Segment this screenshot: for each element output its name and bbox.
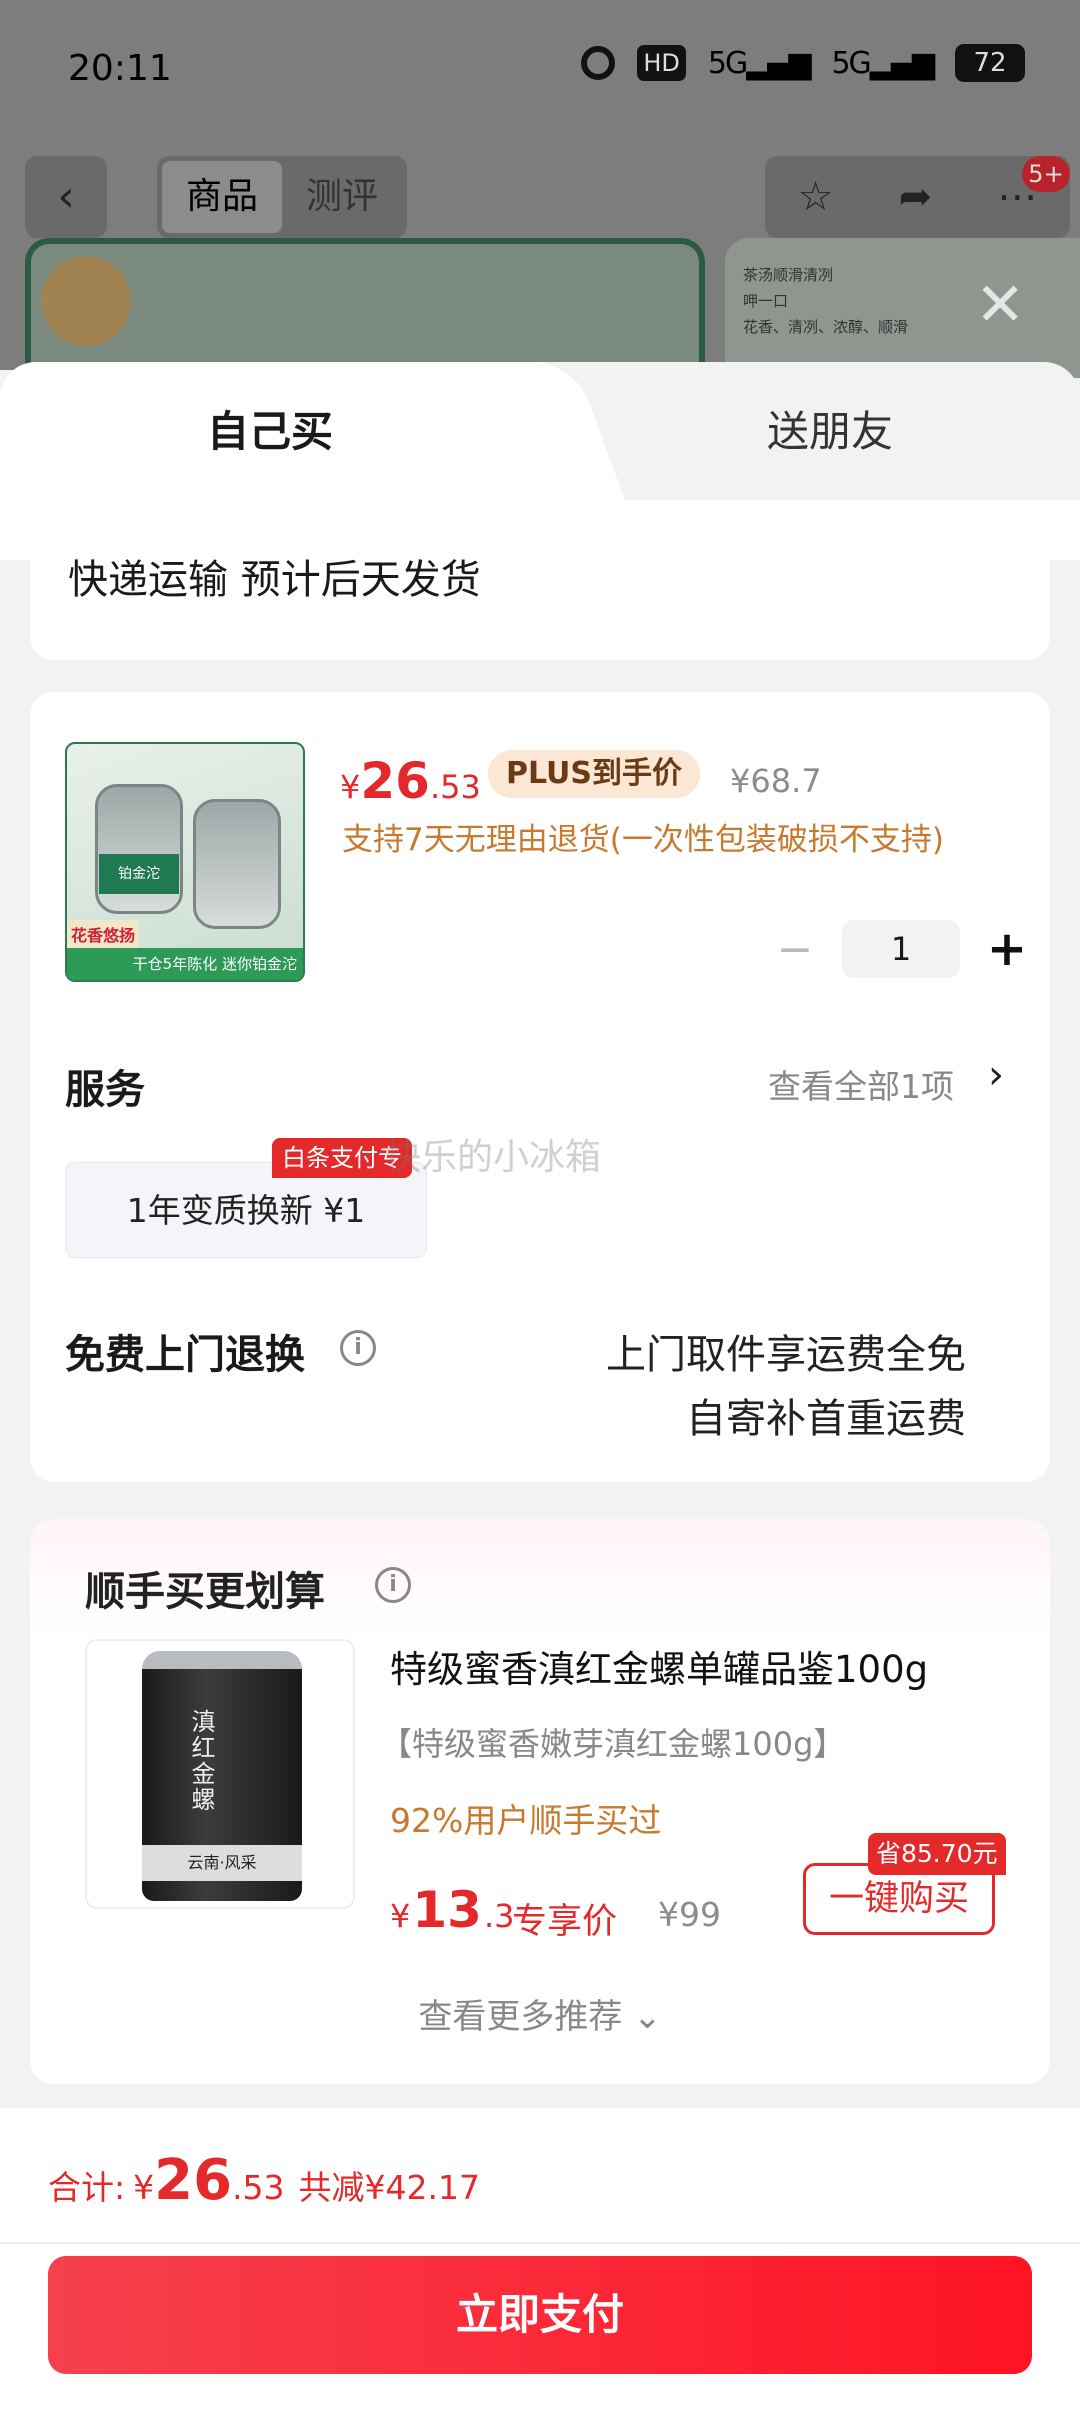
free-return-line2: 自寄补首重运费 [686, 1396, 966, 1442]
tab-gift[interactable]: 送朋友 [540, 362, 1080, 502]
divider [0, 2242, 1080, 2244]
item-price: ¥ 26 .53 [340, 752, 481, 810]
save-badge: 省85.70元 [868, 1833, 1006, 1875]
item-card: 铂金沱 花香悠扬 干仓5年陈化 迷你铂金沱 ¥ 26 .53 PLUS到手价 ¥… [30, 692, 1050, 1482]
signal-icon-2: 5G▂▄▆ [831, 45, 935, 81]
battery-icon: 72 [955, 44, 1025, 82]
exclusive-label: 专享价 [512, 1902, 618, 1942]
increase-button[interactable]: + [982, 921, 1032, 977]
back-button[interactable]: ‹ [25, 156, 107, 238]
product-image-main [25, 238, 705, 378]
recommend-thumbnail[interactable]: 滇红金螺 云南·风采 [85, 1639, 355, 1909]
service-view-all[interactable]: 查看全部1项 [768, 1060, 954, 1108]
quantity-stepper: − 1 + [770, 920, 1032, 978]
hd-icon: HD [637, 45, 686, 81]
quantity-input[interactable]: 1 [842, 920, 960, 978]
share-icon[interactable]: ➦ [899, 174, 933, 220]
service-title: 服务 [65, 1067, 145, 1113]
status-time: 20:11 [68, 48, 172, 89]
original-price: ¥68.7 [730, 762, 822, 800]
status-icons: HD 5G▂▄▆ 5G▂▄▆ 72 [581, 44, 1025, 82]
close-icon[interactable]: ✕ [975, 270, 1025, 340]
tab-self[interactable]: 自己买 [0, 362, 540, 502]
chevron-right-icon[interactable]: › [988, 1052, 1004, 1098]
status-bar: 20:11 HD 5G▂▄▆ 5G▂▄▆ 72 [0, 0, 1080, 140]
purchase-sheet: 送朋友 自己买 快递运输 预计后天发货 铂金沱 花香悠扬 干仓5年陈化 迷你铂金… [0, 362, 1080, 2412]
product-tabs: 商品 测评 [157, 156, 407, 238]
free-return-line1: 上门取件享运费全免 [606, 1332, 966, 1378]
recommend-original-price: ¥99 [658, 1895, 721, 1934]
shipping-text: 快递运输 预计后天发货 [68, 557, 481, 603]
recommend-price: ¥ 13 .3 [390, 1881, 515, 1939]
product-thumbnail[interactable]: 铂金沱 花香悠扬 干仓5年陈化 迷你铂金沱 [65, 742, 305, 982]
watermark: 快乐的小冰箱 [385, 1137, 602, 1178]
thumb-band: 干仓5年陈化 迷你铂金沱 [67, 948, 303, 980]
recommend-subtitle: 【特级蜜香嫩芽滇红金螺100g】 [380, 1725, 846, 1763]
tab-review[interactable]: 测评 [282, 161, 402, 233]
returns-policy: 支持7天无理由退货(一次性包装破损不支持) [342, 822, 944, 858]
decrease-button[interactable]: − [770, 924, 820, 975]
pay-now-button[interactable]: 立即支付 [48, 2256, 1032, 2374]
recommend-name[interactable]: 特级蜜香滇红金螺单罐品鉴100g [390, 1639, 928, 1693]
info-icon[interactable]: i [375, 1567, 411, 1603]
total-summary: 合计: ¥ 26 .53 共减¥42.17 [48, 2148, 481, 2213]
tab-product[interactable]: 商品 [162, 161, 282, 233]
signal-icon: 5G▂▄▆ [707, 45, 812, 81]
jar-label: 铂金沱 [99, 854, 179, 894]
checkout-footer: 合计: ¥ 26 .53 共减¥42.17 立即支付 [0, 2108, 1080, 2412]
recommend-card: 顺手买更划算 i 滇红金螺 云南·风采 特级蜜香滇红金螺单罐品鉴100g 【特级… [30, 1519, 1050, 2084]
alarm-icon [581, 46, 616, 80]
notification-badge: 5+ [1022, 156, 1070, 192]
star-icon[interactable]: ☆ [798, 174, 834, 220]
thumb-flower-text: 花香悠扬 [67, 920, 140, 948]
product-image-promo: 茶汤顺滑清冽 呷一口 花香、清冽、浓醇、顺滑 [725, 238, 1080, 378]
recommend-stat: 92%用户顺手买过 [390, 1801, 662, 1840]
brand-seal [41, 256, 131, 346]
plus-price-badge: PLUS到手价 [488, 750, 701, 798]
more-recommendations[interactable]: 查看更多推荐 ⌄ [30, 1989, 1050, 2038]
recommend-title: 顺手买更划算 [85, 1569, 325, 1615]
jar-image [193, 799, 281, 929]
background-page: 20:11 HD 5G▂▄▆ 5G▂▄▆ 72 ‹ 商品 测评 ☆ ➦ ⋯ 5+… [0, 0, 1080, 378]
shipping-card: 快递运输 预计后天发货 [30, 500, 1050, 660]
tea-can-image: 滇红金螺 云南·风采 [142, 1651, 302, 1901]
info-icon[interactable]: i [340, 1330, 376, 1366]
free-return-title: 免费上门退换 [65, 1332, 305, 1378]
jar-image [95, 784, 183, 914]
